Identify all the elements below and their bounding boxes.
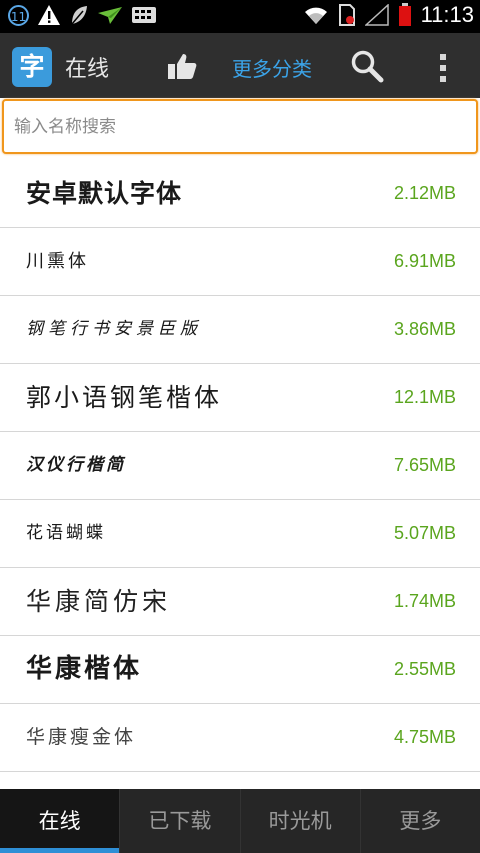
tab-time-machine[interactable]: 时光机 xyxy=(241,789,361,853)
font-name: 安卓默认字体 xyxy=(26,179,183,208)
font-name: 华康楷体 xyxy=(26,654,143,684)
font-size: 2.12MB xyxy=(393,183,456,203)
list-item[interactable]: 钢笔行书安景臣版 3.86MB xyxy=(0,296,480,364)
font-size: 7.65MB xyxy=(393,455,456,475)
bottom-tab-bar: 在线 已下载 时光机 更多 xyxy=(0,789,480,853)
action-bar: 字 在线 更多分类 xyxy=(0,33,480,98)
app-logo[interactable]: 字 xyxy=(12,47,52,87)
font-list: 安卓默认字体 2.12MB 川熏体 6.91MB 钢笔行书安景臣版 3.86MB… xyxy=(0,160,480,772)
search-bar xyxy=(0,98,480,158)
font-name: 花语蝴蝶 xyxy=(26,523,106,543)
tab-more[interactable]: 更多 xyxy=(361,789,480,853)
search-input[interactable] xyxy=(2,99,478,154)
overflow-menu-icon[interactable] xyxy=(436,51,450,83)
signal-icon xyxy=(364,4,389,26)
warning-icon xyxy=(38,5,60,25)
tab-downloaded[interactable]: 已下载 xyxy=(120,789,241,853)
font-name: 钢笔行书安景臣版 xyxy=(26,319,202,339)
sim-card-icon xyxy=(338,4,355,26)
font-name: 华康瘦金体 xyxy=(26,726,137,748)
status-bar: 11 11:13 xyxy=(0,0,480,33)
list-item[interactable]: 川熏体 6.91MB xyxy=(0,228,480,296)
battery-icon xyxy=(398,3,411,26)
keyboard-icon xyxy=(132,7,156,23)
font-name: 华康简仿宋 xyxy=(26,587,172,616)
search-icon[interactable] xyxy=(350,49,384,83)
more-categories-button[interactable]: 更多分类 xyxy=(232,53,312,82)
font-size: 2.55MB xyxy=(393,659,456,679)
font-size: 5.07MB xyxy=(393,523,456,543)
leaf-icon xyxy=(71,6,87,25)
notification-count-icon: 11 xyxy=(8,4,29,26)
list-item[interactable]: 华康瘦金体 4.75MB xyxy=(0,704,480,772)
tab-online[interactable]: 在线 xyxy=(0,789,121,853)
font-size: 4.75MB xyxy=(393,727,456,747)
list-item[interactable]: 汉仪行楷简 7.65MB xyxy=(0,432,480,500)
clock: 11:13 xyxy=(420,2,474,27)
font-name: 川熏体 xyxy=(26,251,89,272)
thumbs-up-icon[interactable] xyxy=(166,51,198,81)
list-item[interactable]: 花语蝴蝶 5.07MB xyxy=(0,500,480,568)
font-name: 汉仪行楷简 xyxy=(26,455,126,475)
list-item[interactable]: 安卓默认字体 2.12MB xyxy=(0,160,480,228)
wifi-icon xyxy=(304,7,327,24)
font-size: 3.86MB xyxy=(393,319,456,339)
font-name: 郭小语钢笔楷体 xyxy=(26,383,223,412)
font-size: 1.74MB xyxy=(393,591,456,611)
list-item[interactable]: 郭小语钢笔楷体 12.1MB xyxy=(0,364,480,432)
list-item[interactable]: 华康简仿宋 1.74MB xyxy=(0,568,480,636)
font-size: 12.1MB xyxy=(393,387,456,407)
font-size: 6.91MB xyxy=(393,251,456,271)
send-icon xyxy=(98,7,122,24)
page-title: 在线 xyxy=(65,57,110,82)
list-item[interactable]: 华康楷体 2.55MB xyxy=(0,636,480,704)
